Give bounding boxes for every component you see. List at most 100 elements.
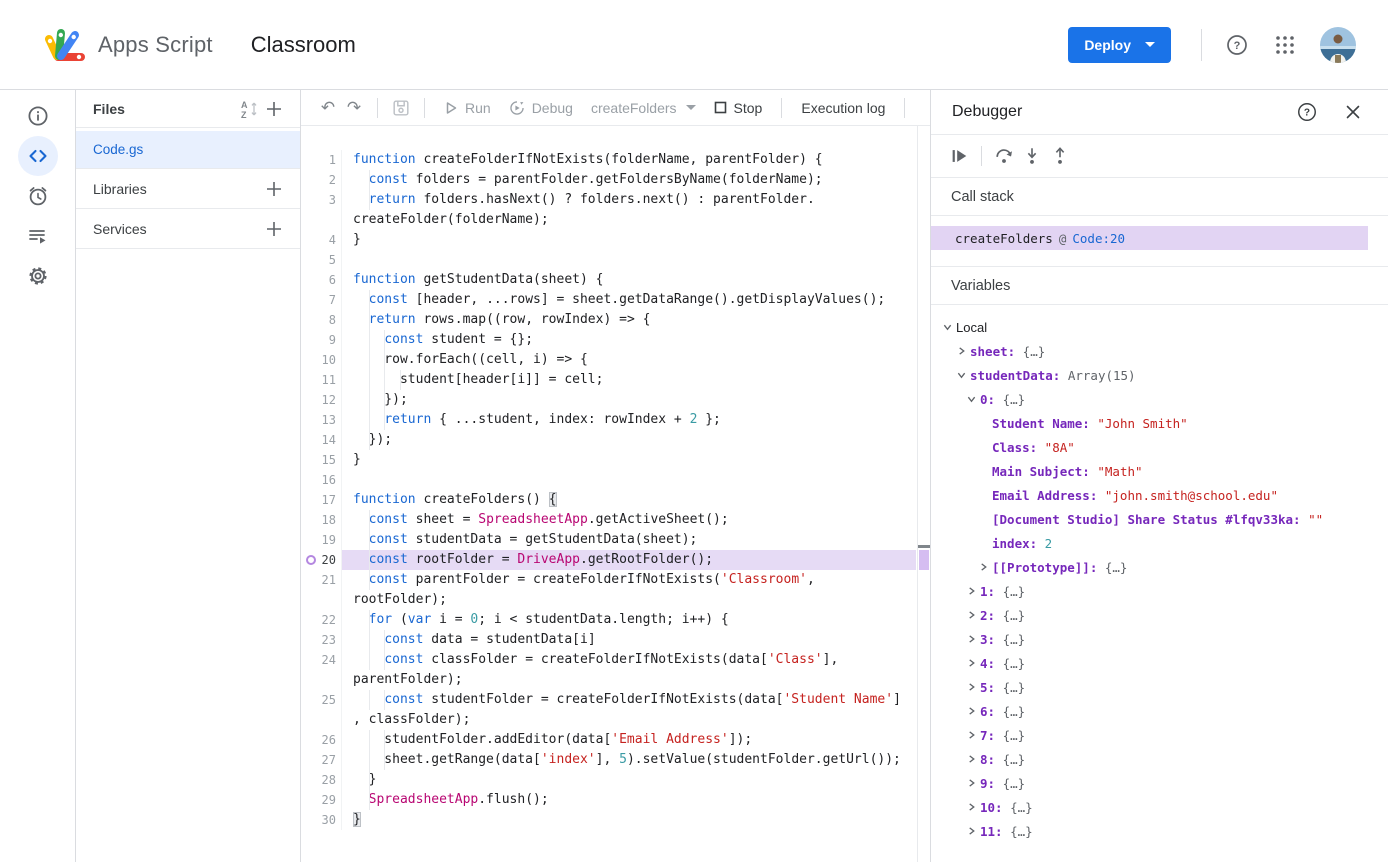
variable-row-9[interactable]: 9: {…} xyxy=(931,771,1388,795)
line-gutter[interactable]: 9 xyxy=(301,330,342,350)
variable-row-studentdata[interactable]: studentData: Array(15) xyxy=(931,363,1388,387)
deploy-button[interactable]: Deploy xyxy=(1068,27,1171,63)
add-service-icon[interactable] xyxy=(262,217,286,241)
save-icon[interactable] xyxy=(388,96,414,120)
redo-icon[interactable]: ↷ xyxy=(341,96,367,120)
chevron-right-icon[interactable] xyxy=(979,562,992,572)
stack-frame[interactable]: createFolders @ Code:20 xyxy=(931,226,1368,250)
editor-overview-ruler[interactable] xyxy=(917,126,930,862)
code-line-28[interactable]: 28 } xyxy=(301,770,930,790)
line-gutter[interactable]: 26 xyxy=(301,730,342,750)
line-gutter[interactable]: 27 xyxy=(301,750,342,770)
line-gutter[interactable]: 18 xyxy=(301,510,342,530)
variable-row-10[interactable]: 10: {…} xyxy=(931,795,1388,819)
code-line-30[interactable]: 30} xyxy=(301,810,930,830)
user-avatar[interactable] xyxy=(1320,27,1356,63)
variable-row-8[interactable]: 8: {…} xyxy=(931,747,1388,771)
code-line-17[interactable]: 17function createFolders() { xyxy=(301,490,930,510)
undo-icon[interactable]: ↶ xyxy=(315,96,341,120)
variable-row-sheet[interactable]: sheet: {…} xyxy=(931,339,1388,363)
chevron-right-icon[interactable] xyxy=(957,346,970,356)
code-line-23[interactable]: 23 const data = studentData[i] xyxy=(301,630,930,650)
variable-row-4[interactable]: 4: {…} xyxy=(931,651,1388,675)
step-out-icon[interactable] xyxy=(1046,142,1074,170)
code-line-wrap[interactable]: rootFolder); xyxy=(301,590,930,610)
code-line-25[interactable]: 25 const studentFolder = createFolderIfN… xyxy=(301,690,930,710)
code-line-20[interactable]: 20 const rootFolder = DriveApp.getRootFo… xyxy=(301,550,930,570)
chevron-right-icon[interactable] xyxy=(967,706,980,716)
breakpoint-icon[interactable] xyxy=(306,555,316,565)
line-gutter[interactable]: 28 xyxy=(301,770,342,790)
nav-triggers[interactable] xyxy=(18,176,58,216)
add-library-icon[interactable] xyxy=(262,177,286,201)
code-line-19[interactable]: 19 const studentData = getStudentData(sh… xyxy=(301,530,930,550)
variable-row-7[interactable]: 7: {…} xyxy=(931,723,1388,747)
chevron-down-icon[interactable] xyxy=(957,370,970,380)
code-line-21[interactable]: 21 const parentFolder = createFolderIfNo… xyxy=(301,570,930,590)
line-gutter[interactable]: 25 xyxy=(301,690,342,710)
line-gutter[interactable]: 10 xyxy=(301,350,342,370)
code-line-16[interactable]: 16 xyxy=(301,470,930,490)
line-gutter[interactable]: 2 xyxy=(301,170,342,190)
line-gutter[interactable]: 7 xyxy=(301,290,342,310)
nav-executions[interactable] xyxy=(18,216,58,256)
variable-row-3[interactable]: 3: {…} xyxy=(931,627,1388,651)
variable-row-6[interactable]: 6: {…} xyxy=(931,699,1388,723)
execution-log-button[interactable]: Execution log xyxy=(792,90,894,125)
run-button[interactable]: Run xyxy=(435,90,500,125)
line-gutter[interactable]: 14 xyxy=(301,430,342,450)
chevron-right-icon[interactable] xyxy=(967,826,980,836)
step-into-icon[interactable] xyxy=(1018,142,1046,170)
line-gutter[interactable]: 19 xyxy=(301,530,342,550)
line-gutter[interactable]: 23 xyxy=(301,630,342,650)
function-selector[interactable]: createFolders xyxy=(582,100,705,116)
variable-row-2[interactable]: 2: {…} xyxy=(931,603,1388,627)
line-gutter[interactable]: 11 xyxy=(301,370,342,390)
line-gutter[interactable]: 29 xyxy=(301,790,342,810)
line-gutter[interactable]: 24 xyxy=(301,650,342,670)
line-gutter[interactable]: 17 xyxy=(301,490,342,510)
debugger-help-icon[interactable]: ? xyxy=(1294,99,1320,125)
chevron-right-icon[interactable] xyxy=(967,586,980,596)
brand[interactable]: Apps Script xyxy=(44,26,213,64)
code-line-8[interactable]: 8 return rows.map((row, rowIndex) => { xyxy=(301,310,930,330)
line-gutter[interactable]: 16 xyxy=(301,470,342,490)
stack-location-link[interactable]: Code:20 xyxy=(1072,231,1125,246)
code-line-14[interactable]: 14 }); xyxy=(301,430,930,450)
line-gutter[interactable]: 30 xyxy=(301,810,342,830)
line-gutter[interactable]: 5 xyxy=(301,250,342,270)
google-apps-grid-icon[interactable] xyxy=(1272,32,1298,58)
line-gutter[interactable]: 20 xyxy=(301,550,342,570)
variable-row-local[interactable]: Local xyxy=(931,315,1388,339)
chevron-right-icon[interactable] xyxy=(967,634,980,644)
code-line-15[interactable]: 15} xyxy=(301,450,930,470)
code-line-wrap[interactable]: , classFolder); xyxy=(301,710,930,730)
code-line-29[interactable]: 29 SpreadsheetApp.flush(); xyxy=(301,790,930,810)
code-line-24[interactable]: 24 const classFolder = createFolderIfNot… xyxy=(301,650,930,670)
add-file-icon[interactable] xyxy=(262,97,286,121)
code-line-22[interactable]: 22 for (var i = 0; i < studentData.lengt… xyxy=(301,610,930,630)
stop-button[interactable]: Stop xyxy=(705,90,772,125)
code-line-7[interactable]: 7 const [header, ...rows] = sheet.getDat… xyxy=(301,290,930,310)
code-line-26[interactable]: 26 studentFolder.addEditor(data['Email A… xyxy=(301,730,930,750)
variable-row-1[interactable]: 1: {…} xyxy=(931,579,1388,603)
line-gutter[interactable]: 3 xyxy=(301,190,342,210)
code-line-10[interactable]: 10 row.forEach((cell, i) => { xyxy=(301,350,930,370)
code-line-3[interactable]: 3 return folders.hasNext() ? folders.nex… xyxy=(301,190,930,210)
line-gutter[interactable]: 13 xyxy=(301,410,342,430)
chevron-down-icon[interactable] xyxy=(967,394,980,404)
code-line-1[interactable]: 1function createFolderIfNotExists(folder… xyxy=(301,150,930,170)
variable-row-11[interactable]: 11: {…} xyxy=(931,819,1388,843)
help-icon[interactable]: ? xyxy=(1224,32,1250,58)
line-gutter[interactable] xyxy=(301,590,342,610)
code-line-wrap[interactable]: parentFolder); xyxy=(301,670,930,690)
chevron-right-icon[interactable] xyxy=(967,778,980,788)
line-gutter[interactable]: 8 xyxy=(301,310,342,330)
code-line-2[interactable]: 2 const folders = parentFolder.getFolder… xyxy=(301,170,930,190)
code-line-5[interactable]: 5 xyxy=(301,250,930,270)
variable-row-0[interactable]: 0: {…} xyxy=(931,387,1388,411)
chevron-right-icon[interactable] xyxy=(967,658,980,668)
file-item-code-gs[interactable]: Code.gs xyxy=(76,131,300,169)
line-gutter[interactable] xyxy=(301,670,342,690)
line-gutter[interactable]: 1 xyxy=(301,150,342,170)
